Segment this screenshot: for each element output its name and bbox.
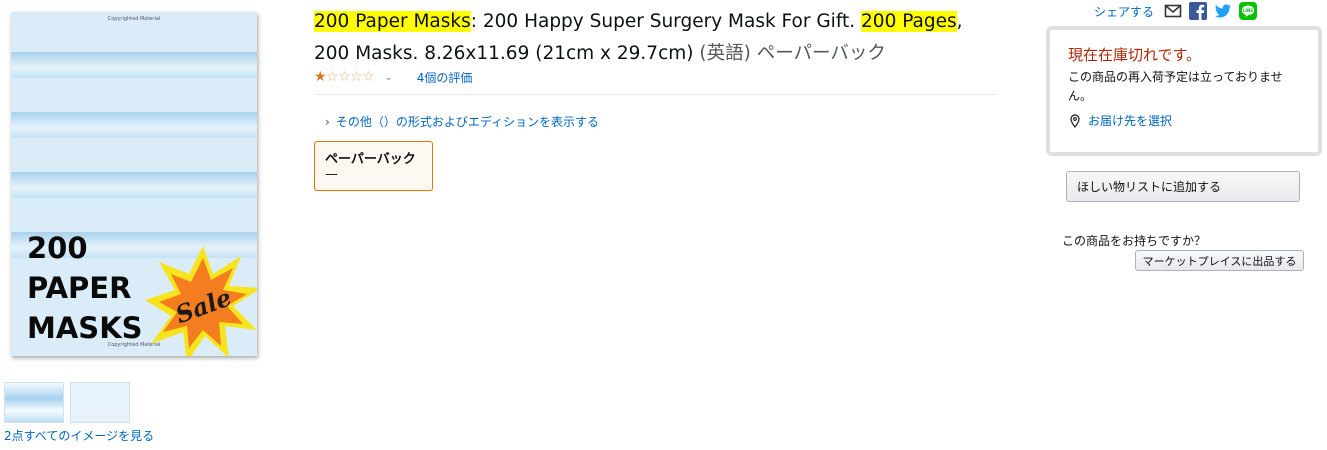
rating-row: ★☆☆☆☆ ⌄ 4個の評価 — [314, 67, 472, 87]
star-filled-icon: ★ — [314, 69, 327, 85]
deliver-to-label: お届け先を選択 — [1088, 114, 1173, 128]
buybox: 現在在庫切れです。 この商品の再入荷予定は立っておりません。 お届け先を選択 — [1046, 26, 1322, 156]
see-all-images-link[interactable]: 2点すべてのイメージを見る — [4, 427, 154, 444]
share-row: シェアする LINE — [1094, 0, 1264, 22]
image-thumbnail-2[interactable] — [70, 382, 130, 423]
chevron-down-icon[interactable]: ⌄ — [384, 72, 392, 83]
cover-watermark-top: Copyrighted Material — [107, 16, 161, 22]
format-price: — — [325, 167, 338, 182]
availability-message: この商品の再入荷予定は立っておりません。 — [1068, 70, 1283, 103]
image-thumbnail-1[interactable] — [4, 382, 64, 423]
share-label[interactable]: シェアする — [1094, 3, 1154, 20]
chevron-right-icon: › — [325, 115, 330, 129]
have-one-question: この商品をお持ちですか？ — [1062, 234, 1207, 248]
cover-mask-fold — [11, 52, 257, 78]
format-option-paperback[interactable]: ペーパーバック — — [314, 141, 433, 191]
twitter-icon[interactable] — [1214, 2, 1232, 20]
title-format: (英語) ペーパーバック — [699, 43, 886, 64]
line-icon[interactable]: LINE — [1239, 2, 1258, 20]
facebook-icon[interactable] — [1189, 2, 1208, 20]
divider — [314, 94, 998, 95]
title-highlight: 200 Paper Masks — [314, 11, 471, 32]
cover-mask-fold — [11, 112, 257, 138]
ratings-count-link[interactable]: 4個の評価 — [417, 69, 473, 86]
sale-burst-badge: Sale — [143, 244, 257, 356]
cover-mask-fold — [11, 172, 257, 198]
star-empty-icon: ☆ — [350, 69, 363, 85]
cover-title: 200 PAPER MASKS — [27, 228, 143, 348]
product-title: 200 Paper Masks: 200 Happy Super Surgery… — [314, 6, 994, 70]
format-name: ペーパーバック — [325, 152, 416, 167]
star-empty-icon: ☆ — [338, 69, 351, 85]
location-pin-icon — [1068, 113, 1082, 128]
product-main-image[interactable]: Copyrighted Material 200 PAPER MASKS Sal… — [11, 12, 257, 356]
title-text: : 200 Happy Super Surgery Mask For Gift. — [470, 11, 862, 32]
deliver-to-link[interactable]: お届け先を選択 — [1068, 112, 1300, 129]
star-empty-icon: ☆ — [362, 69, 375, 85]
add-to-wishlist-button[interactable]: ほしい物リストに追加する — [1066, 171, 1300, 202]
title-highlight: 200 Pages — [861, 11, 957, 32]
sell-on-marketplace-button[interactable]: マーケットプレイスに出品する — [1135, 250, 1304, 271]
email-icon[interactable] — [1164, 2, 1182, 20]
other-formats-label: その他（）の形式およびエディションを表示する — [335, 115, 599, 129]
availability-status: 現在在庫切れです。 — [1068, 46, 1202, 64]
other-formats-link[interactable]: › その他（）の形式およびエディションを表示する — [325, 113, 599, 130]
cover-watermark-bottom: Copyrighted Material — [107, 342, 161, 348]
star-empty-icon: ☆ — [326, 69, 339, 85]
svg-text:LINE: LINE — [1243, 8, 1253, 13]
cover-title-line: PAPER — [27, 271, 132, 305]
cover-title-line: 200 — [27, 231, 88, 265]
star-rating[interactable]: ★☆☆☆☆ — [314, 69, 375, 85]
